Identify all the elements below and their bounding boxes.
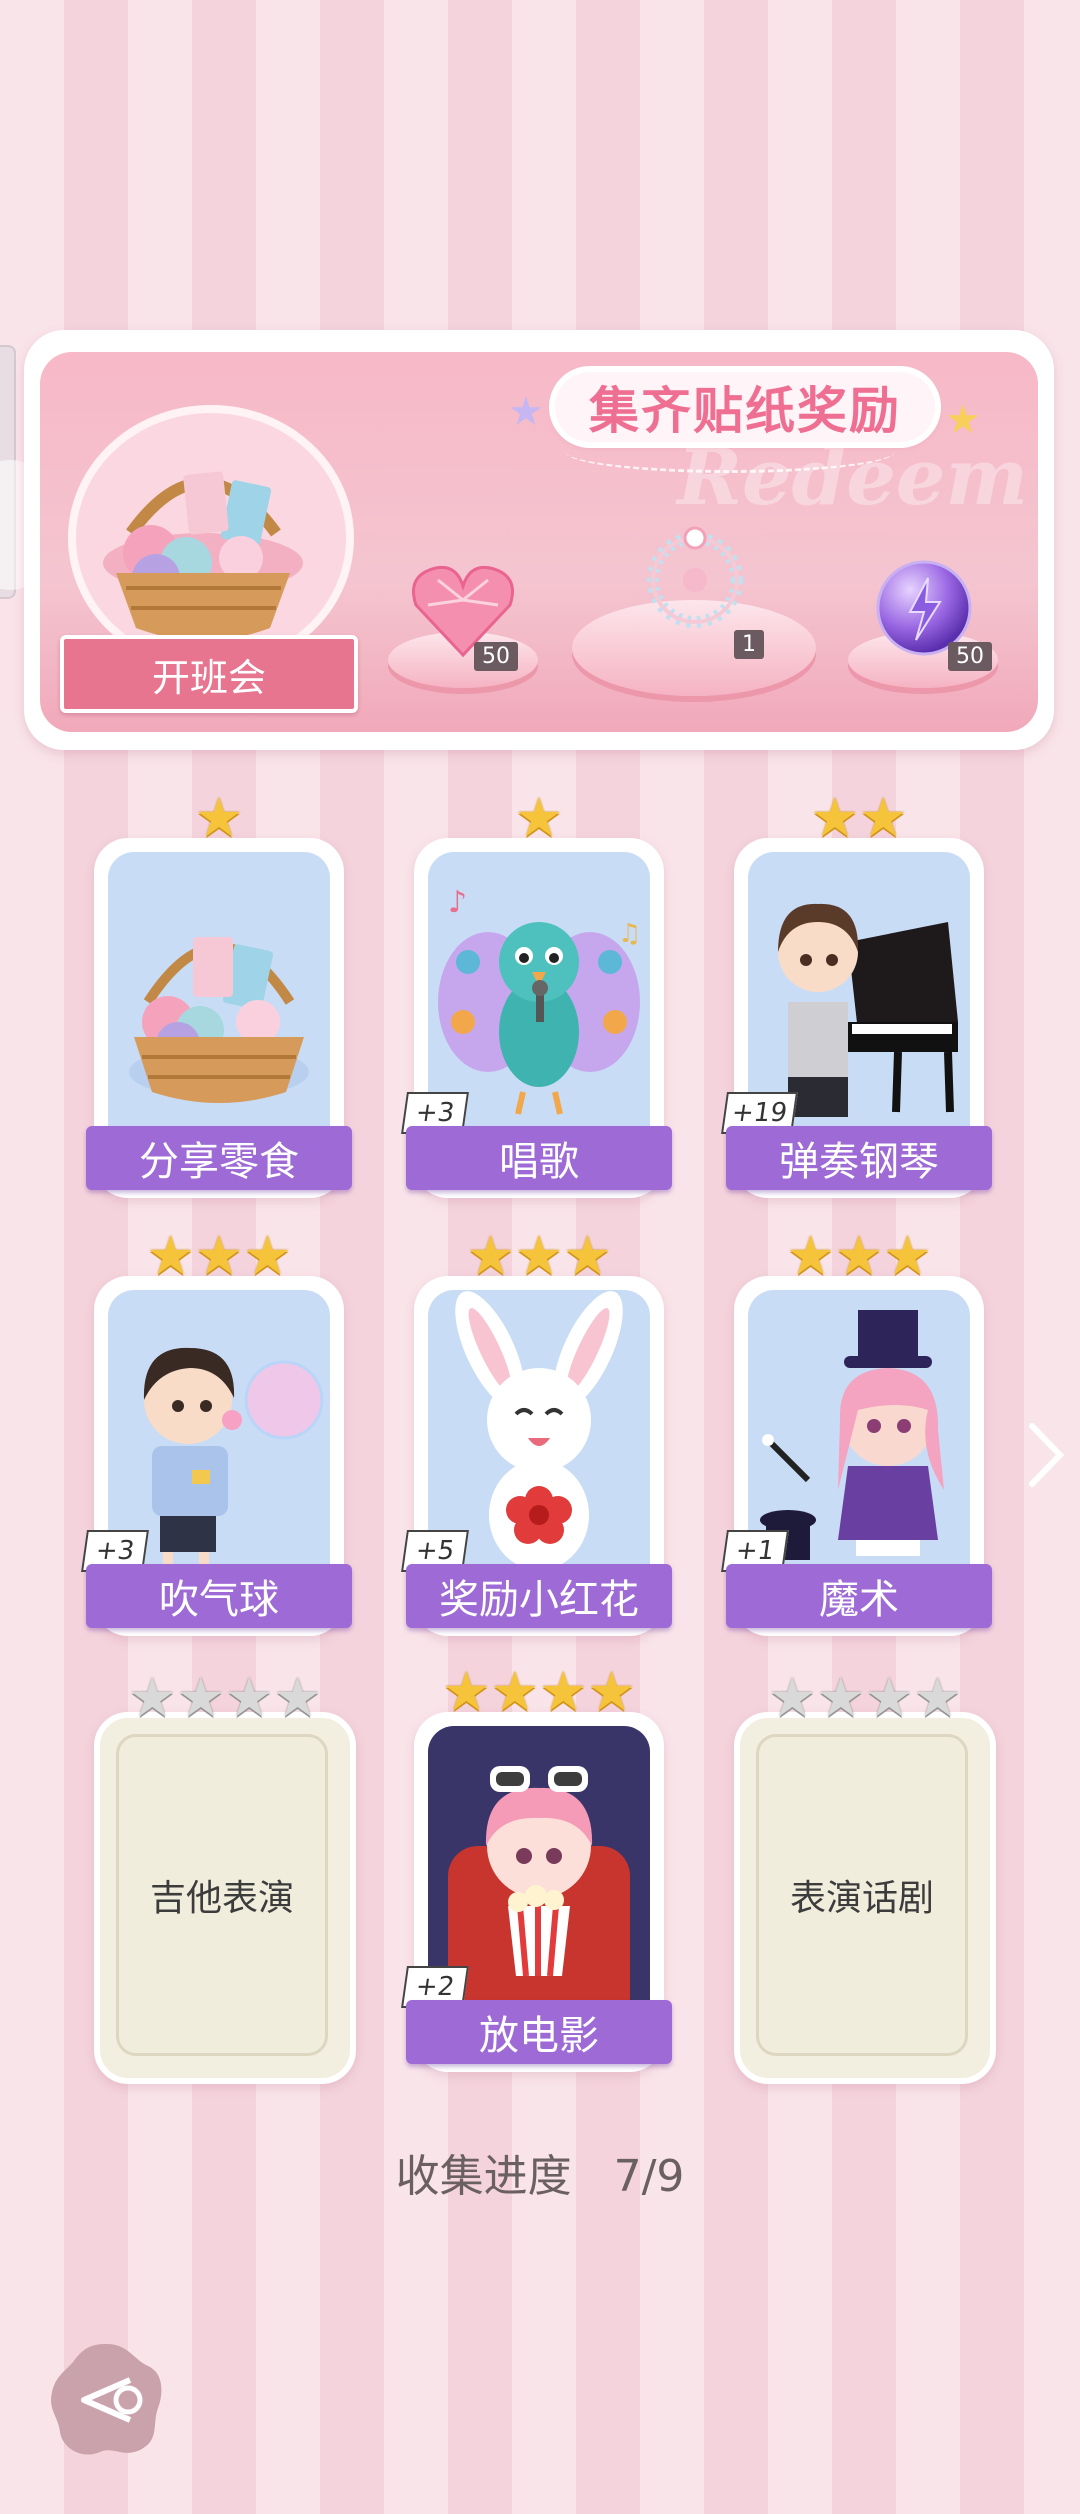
- reward-count-1: 50: [474, 642, 518, 671]
- star-icon: ★: [442, 1660, 491, 1723]
- star-rating: ★ ★ ★: [94, 1228, 344, 1284]
- star-icon: ★: [587, 1660, 636, 1723]
- reward-bracelet[interactable]: [640, 520, 750, 644]
- locked-card-label: 表演话剧: [756, 1734, 968, 2056]
- sticker-card-label: 吹气球: [86, 1564, 352, 1628]
- event-basket-circle[interactable]: [68, 405, 354, 671]
- star-rating: ★: [414, 790, 664, 846]
- reward-count-2: 1: [734, 630, 764, 659]
- star-rating: ★ ★: [734, 790, 984, 846]
- sticker-card-label: 魔术: [726, 1564, 992, 1628]
- star-icon: ★: [514, 1224, 564, 1287]
- sticker-card[interactable]: ★ ♪ ♫ +3 唱歌: [401, 790, 672, 1198]
- star-icon: ★: [883, 1224, 932, 1287]
- yellow-star-icon: ★: [945, 397, 981, 443]
- sticker-card[interactable]: ★ ★ ★ +1 魔术: [721, 1228, 992, 1636]
- locked-card-label: 吉他表演: [116, 1734, 328, 2056]
- pearl-bracelet-icon: [647, 526, 743, 628]
- star-icon: ★: [786, 1224, 835, 1287]
- sticker-card[interactable]: ★ ★ ★ ★ 吉他表演: [94, 1670, 356, 2084]
- star-icon: ★: [768, 1666, 817, 1729]
- star-rating: ★ ★ ★ ★: [414, 1664, 664, 1720]
- snack-basket-icon: [103, 471, 303, 641]
- star-icon: ★: [810, 786, 859, 849]
- star-icon: ★: [834, 1224, 884, 1287]
- banner-title: 集齐贴纸奖励: [555, 372, 935, 442]
- sticker-card[interactable]: ★ ★ +19 弹奏钢琴: [721, 790, 992, 1198]
- star-rating: ★: [94, 790, 344, 846]
- progress-label: 收集进度: [395, 2151, 572, 2202]
- star-icon: ★: [913, 1666, 962, 1729]
- snack-basket-icon: [108, 852, 330, 1152]
- chevron-right-icon[interactable]: [1026, 1420, 1066, 1490]
- star-icon: ★: [194, 1224, 244, 1287]
- lavender-star-icon: ★: [508, 389, 544, 435]
- star-icon: ★: [176, 1666, 225, 1729]
- sticker-card[interactable]: ★ ★ ★ ★ +2 放电影: [401, 1664, 672, 2072]
- sticker-card-label: 分享零食: [86, 1126, 352, 1190]
- star-icon: ★: [466, 1224, 515, 1287]
- star-rating: ★ ★ ★ ★: [100, 1670, 350, 1726]
- sticker-card[interactable]: ★ ★ ★ ★ 表演话剧: [734, 1670, 996, 2084]
- star-rating: ★ ★ ★: [414, 1228, 664, 1284]
- back-button[interactable]: [48, 2340, 166, 2458]
- sticker-card-label: 放电影: [406, 2000, 672, 2064]
- event-ribbon-label: 开班会: [60, 635, 358, 713]
- progress-value: 7/9: [613, 2151, 685, 2202]
- sticker-card[interactable]: ★ 分享零食: [86, 790, 352, 1198]
- star-icon: ★: [128, 1666, 177, 1729]
- sticker-card[interactable]: ★ ★ ★ +3 吹气球: [81, 1228, 352, 1636]
- star-icon: ★: [865, 1666, 914, 1729]
- star-icon: ★: [243, 1224, 292, 1287]
- svg-text:♫: ♫: [618, 919, 641, 949]
- collection-progress: 收集进度 7/9: [0, 2140, 1080, 2204]
- star-icon: ★: [563, 1224, 612, 1287]
- svg-text:♪: ♪: [448, 885, 467, 920]
- star-rating: ★ ★ ★: [734, 1228, 984, 1284]
- star-rating: ★ ★ ★ ★: [740, 1670, 990, 1726]
- star-icon: ★: [490, 1660, 539, 1723]
- star-icon: ★: [539, 1660, 588, 1723]
- star-icon: ★: [194, 786, 244, 849]
- star-icon: ★: [225, 1666, 274, 1729]
- sticker-card-label: 奖励小红花: [406, 1564, 672, 1628]
- star-icon: ★: [514, 786, 564, 849]
- star-icon: ★: [273, 1666, 322, 1729]
- star-icon: ★: [859, 786, 908, 849]
- star-icon: ★: [146, 1224, 195, 1287]
- sticker-card-label: 弹奏钢琴: [726, 1126, 992, 1190]
- sticker-card-label: 唱歌: [406, 1126, 672, 1190]
- star-icon: ★: [816, 1666, 865, 1729]
- reward-count-3: 50: [948, 642, 992, 671]
- sticker-card[interactable]: ★ ★ ★ +5 奖励小红花: [401, 1228, 672, 1636]
